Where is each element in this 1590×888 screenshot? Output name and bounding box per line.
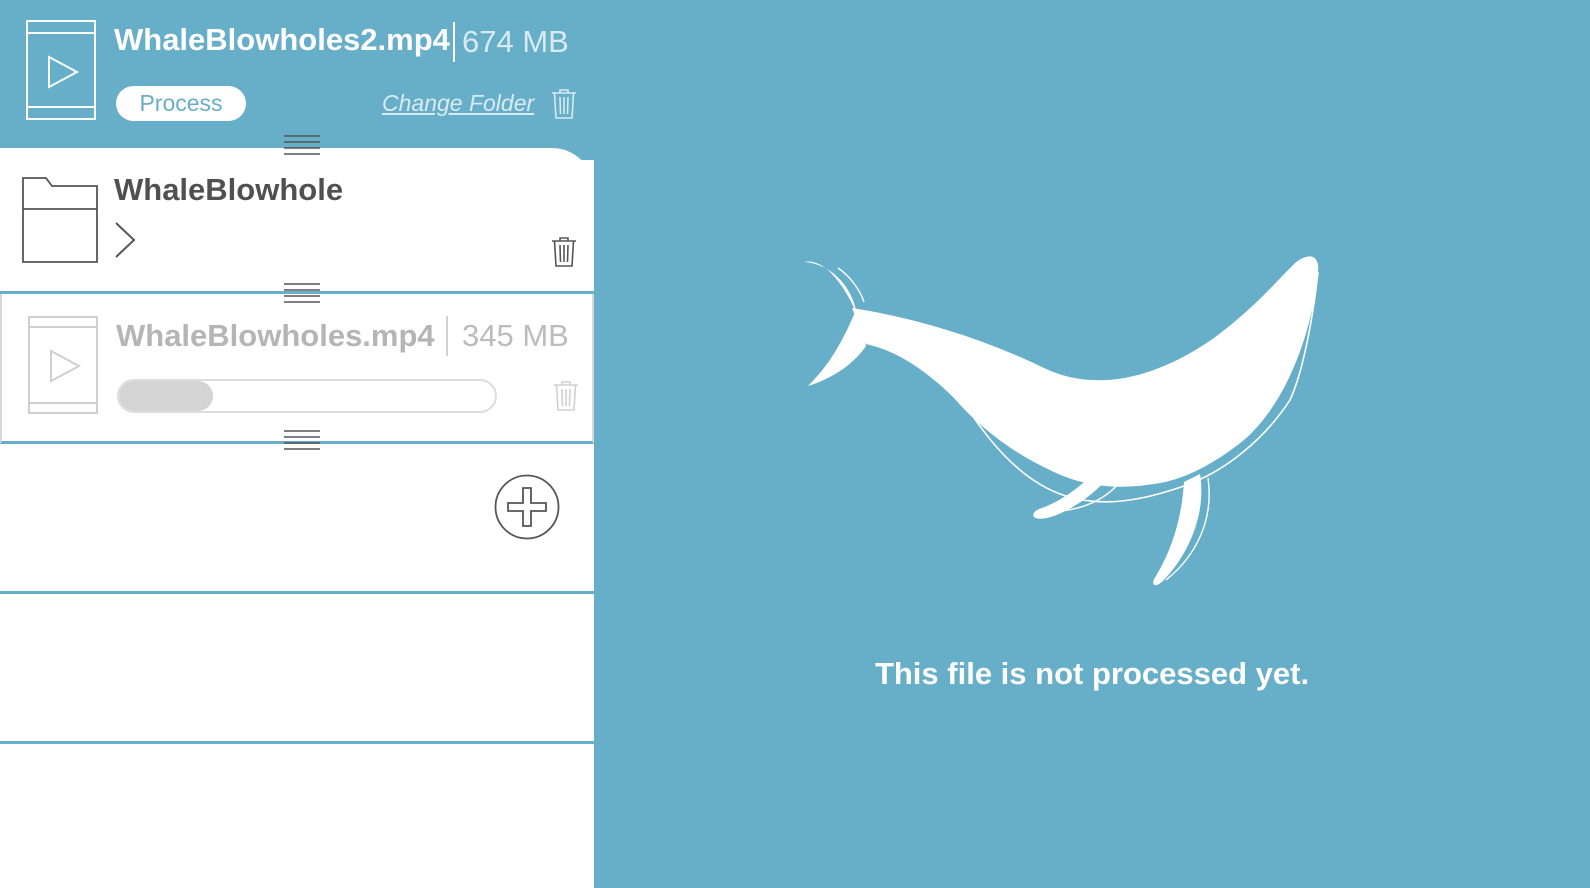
- active-file-size: 674 MB: [462, 24, 569, 59]
- add-row: [0, 444, 594, 594]
- process-button[interactable]: Process: [116, 86, 246, 121]
- active-file-name: WhaleBlowholes2.mp4: [114, 22, 450, 57]
- trash-icon[interactable]: [551, 236, 577, 268]
- progress-bar: [117, 379, 497, 413]
- drag-handle-icon[interactable]: [284, 282, 320, 304]
- trash-icon[interactable]: [553, 380, 579, 412]
- change-folder-link[interactable]: Change Folder: [382, 90, 534, 117]
- status-message: This file is not processed yet.: [874, 656, 1310, 691]
- progress-fill: [119, 381, 213, 411]
- folder-icon: [22, 177, 98, 263]
- divider: [453, 22, 455, 62]
- folder-name: WhaleBlowhole: [114, 172, 344, 207]
- drag-handle-icon[interactable]: [284, 429, 320, 451]
- folder-row[interactable]: WhaleBlowhole: [0, 148, 594, 294]
- drag-handle-icon[interactable]: [284, 134, 320, 156]
- whale-illustration: [804, 256, 1319, 586]
- play-icon: [50, 349, 82, 383]
- chevron-right-icon[interactable]: [114, 222, 136, 258]
- empty-row: [0, 594, 594, 744]
- video-thumbnail: [26, 20, 96, 120]
- video-thumbnail: [28, 316, 98, 414]
- queued-file-name: WhaleBlowholes.mp4: [116, 318, 435, 353]
- play-icon: [48, 55, 80, 89]
- divider: [446, 316, 448, 356]
- plus-circle-icon[interactable]: [494, 474, 560, 540]
- app-window: WhaleBlowholes2.mp4 674 MB Process Chang…: [0, 0, 1590, 888]
- preview-panel: This file is not processed yet.: [594, 0, 1590, 888]
- queued-file-size: 345 MB: [462, 318, 569, 353]
- queued-file-row[interactable]: WhaleBlowholes.mp4 345 MB: [0, 294, 594, 444]
- file-list-panel: WhaleBlowholes2.mp4 674 MB Process Chang…: [0, 0, 594, 888]
- trash-icon[interactable]: [551, 88, 577, 120]
